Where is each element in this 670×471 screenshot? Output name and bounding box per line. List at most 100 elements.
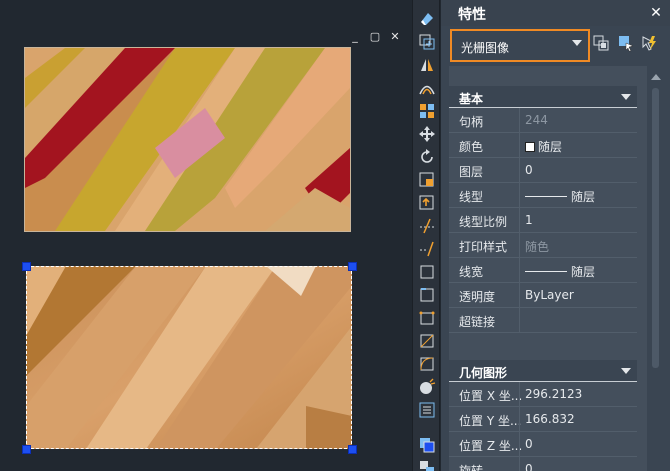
property-label: 句柄 <box>459 115 484 129</box>
property-label: 图层 <box>459 165 484 179</box>
break-at-point-icon[interactable] <box>418 263 436 281</box>
panel-title: 特性 <box>458 7 486 23</box>
mirror-icon[interactable] <box>418 56 436 74</box>
section-geometry-header[interactable]: 几何图形 <box>449 360 637 382</box>
scroll-up-arrow-icon[interactable] <box>651 74 661 80</box>
property-label: 线型 <box>459 190 484 204</box>
property-value: 296.2123 <box>525 387 583 401</box>
collapse-caret-icon <box>621 94 631 100</box>
viewport-window-controls: _ ▢ ✕ <box>348 30 402 44</box>
column-divider <box>519 183 520 208</box>
property-value: 166.832 <box>525 412 575 426</box>
property-row-rotation[interactable]: 旋转 0 <box>449 457 637 471</box>
property-label: 旋转 <box>459 464 484 471</box>
property-label: 颜色 <box>459 140 484 154</box>
minimize-button[interactable]: _ <box>348 30 362 44</box>
extend-icon[interactable] <box>418 240 436 258</box>
break-icon[interactable] <box>418 286 436 304</box>
property-value: 0 <box>525 163 533 177</box>
property-row-plot-style[interactable]: 打印样式 随色 <box>449 233 637 258</box>
grip-top-right[interactable] <box>348 262 357 271</box>
panel-scrollbar[interactable] <box>647 66 665 471</box>
section-title: 基本 <box>459 92 484 106</box>
trim-icon[interactable] <box>418 217 436 235</box>
property-row-linetype[interactable]: 线型 随层 <box>449 183 637 208</box>
fillet-icon[interactable] <box>418 355 436 373</box>
property-value: 随色 <box>525 240 550 254</box>
section-basic-header[interactable]: 基本 <box>449 86 637 108</box>
object-type-select[interactable]: 光栅图像 <box>450 29 590 62</box>
posterized-wood-image <box>25 48 350 231</box>
quick-select-icon[interactable] <box>640 34 658 52</box>
column-divider <box>519 432 520 457</box>
property-value: 1 <box>525 213 533 227</box>
column-divider <box>519 158 520 183</box>
stretch-icon[interactable] <box>418 194 436 212</box>
property-value: 随层 <box>571 190 596 204</box>
raster-image-posterized[interactable] <box>24 47 351 232</box>
property-label: 位置 X 坐... <box>459 389 523 403</box>
column-divider <box>519 457 520 471</box>
property-label: 打印样式 <box>459 240 508 254</box>
toggle-pickadd-icon[interactable] <box>592 34 610 52</box>
join-icon[interactable] <box>418 309 436 327</box>
array-icon[interactable] <box>418 102 436 120</box>
object-selector-row: 光栅图像 <box>441 26 670 66</box>
scroll-thumb[interactable] <box>652 88 659 368</box>
eraser-icon[interactable] <box>418 10 436 28</box>
property-row-hyperlink[interactable]: 超链接 <box>449 308 637 333</box>
rotate-icon[interactable] <box>418 148 436 166</box>
panel-title-bar: 特性 ✕ <box>441 0 670 26</box>
property-row-linetype-scale[interactable]: 线型比例 1 <box>449 208 637 233</box>
offset-icon[interactable] <box>418 79 436 97</box>
explode-icon[interactable] <box>418 378 436 396</box>
select-objects-icon[interactable] <box>617 34 635 52</box>
close-viewport-button[interactable]: ✕ <box>388 30 402 44</box>
restore-button[interactable]: ▢ <box>368 30 382 44</box>
drawing-canvas[interactable]: _ ▢ ✕ <box>0 0 412 471</box>
property-row-position-z[interactable]: 位置 Z 坐... 0 <box>449 432 637 457</box>
selection-outline <box>26 266 352 449</box>
column-divider <box>519 407 520 432</box>
property-value-wrap: 随层 <box>525 263 595 280</box>
grip-top-left[interactable] <box>22 262 31 271</box>
properties-icon[interactable] <box>418 401 436 419</box>
lineweight-sample <box>525 271 567 272</box>
property-row-handle[interactable]: 句柄 244 <box>449 108 637 133</box>
property-value: ByLayer <box>525 288 574 302</box>
column-divider <box>519 258 520 283</box>
object-type-value: 光栅图像 <box>461 41 510 55</box>
close-panel-button[interactable]: ✕ <box>648 5 664 21</box>
copy-icon[interactable] <box>418 33 436 51</box>
property-row-color[interactable]: 颜色 随层 <box>449 133 637 158</box>
column-divider <box>519 308 520 333</box>
property-label: 位置 Z 坐... <box>459 439 523 453</box>
grip-bottom-left[interactable] <box>22 445 31 454</box>
color-swatch <box>525 142 535 152</box>
property-row-transparency[interactable]: 透明度 ByLayer <box>449 283 637 308</box>
grip-bottom-right[interactable] <box>348 445 357 454</box>
property-label: 线型比例 <box>459 215 508 229</box>
property-row-position-y[interactable]: 位置 Y 坐... 166.832 <box>449 407 637 432</box>
property-value-wrap: 随层 <box>525 138 562 155</box>
property-value: 0 <box>525 437 533 451</box>
column-divider <box>519 208 520 233</box>
property-label: 超链接 <box>459 315 496 329</box>
property-row-layer[interactable]: 图层 0 <box>449 158 637 183</box>
move-icon[interactable] <box>418 125 436 143</box>
property-label: 位置 Y 坐... <box>459 414 522 428</box>
column-divider <box>519 283 520 308</box>
column-divider <box>519 108 520 133</box>
linetype-sample <box>525 196 567 197</box>
scale-icon[interactable] <box>418 171 436 189</box>
layer-icon[interactable] <box>418 436 436 454</box>
property-row-lineweight[interactable]: 线宽 随层 <box>449 258 637 283</box>
property-row-position-x[interactable]: 位置 X 坐... 296.2123 <box>449 382 637 407</box>
layer-2-icon[interactable] <box>418 459 436 471</box>
chamfer-icon[interactable] <box>418 332 436 350</box>
property-value: 244 <box>525 113 548 127</box>
property-value: 0 <box>525 462 533 471</box>
chevron-down-icon[interactable] <box>572 40 582 46</box>
property-value-wrap: 随层 <box>525 188 595 205</box>
property-value: 随层 <box>538 140 563 154</box>
